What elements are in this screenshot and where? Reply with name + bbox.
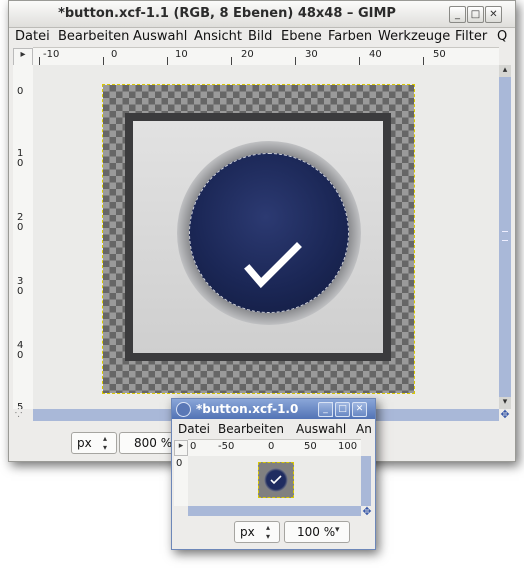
window-menu-icon[interactable] bbox=[176, 402, 191, 417]
menu-bearbeiten[interactable]: Bearbeiten bbox=[218, 422, 284, 436]
second-vertical-scrollbar[interactable] bbox=[361, 456, 371, 506]
main-image-window[interactable]: *button.xcf-1.1 (RGB, 8 Ebenen) 48x48 – … bbox=[8, 0, 516, 462]
button-thumbnail[interactable] bbox=[258, 462, 294, 498]
menubar: Datei Bearbeiten Auswahl Ansicht Bild Eb… bbox=[9, 27, 515, 47]
ruler-label: 100 bbox=[338, 441, 358, 452]
navigate-icon[interactable]: ✥ bbox=[361, 506, 373, 518]
spin-arrows-icon[interactable]: ▴ ▾ bbox=[98, 434, 112, 452]
menu-auswahl[interactable]: Auswahl bbox=[296, 422, 346, 436]
ruler-label: 20 bbox=[241, 49, 254, 60]
button-plate bbox=[133, 121, 383, 353]
checkmark-icon bbox=[270, 475, 282, 485]
second-image-window[interactable]: *button.xcf-1.0 _ □ ✕ Datei Bearbeiten A… bbox=[171, 398, 376, 550]
main-titlebar[interactable]: *button.xcf-1.1 (RGB, 8 Ebenen) 48x48 – … bbox=[9, 1, 515, 28]
zoom-value: 800 % bbox=[134, 436, 173, 450]
ruler-tick bbox=[39, 57, 40, 65]
second-titlebar[interactable]: *button.xcf-1.0 _ □ ✕ bbox=[172, 399, 375, 419]
ruler-label: 2 0 bbox=[17, 212, 24, 233]
menu-datei[interactable]: Datei bbox=[178, 422, 210, 436]
second-horizontal-scrollbar[interactable] bbox=[188, 506, 361, 516]
vertical-ruler[interactable]: 0 1 0 2 0 3 0 4 0 5 bbox=[13, 65, 34, 409]
ruler-label: 50 bbox=[433, 49, 446, 60]
scroll-up-icon[interactable]: ▴ bbox=[499, 65, 511, 77]
menu-bild[interactable]: Bild bbox=[248, 29, 272, 44]
ruler-label: 50 bbox=[304, 441, 317, 452]
horizontal-ruler[interactable]: -10 0 10 20 30 40 50 bbox=[33, 47, 499, 67]
ruler-tick bbox=[359, 57, 360, 65]
ruler-tick bbox=[295, 57, 296, 65]
navigate-icon[interactable]: ✥ bbox=[499, 409, 511, 421]
maximize-button[interactable]: □ bbox=[467, 6, 484, 23]
button-frame bbox=[125, 113, 391, 361]
ruler-label: -50 bbox=[218, 441, 235, 452]
zoom-value: 100 % bbox=[297, 525, 336, 539]
ruler-label: 4 0 bbox=[17, 340, 24, 361]
ruler-label: 0 bbox=[268, 441, 275, 452]
ruler-tick bbox=[167, 57, 168, 65]
ruler-label: 1 0 bbox=[17, 148, 24, 169]
second-vertical-ruler[interactable]: 0 bbox=[174, 456, 189, 506]
ruler-label: 0 bbox=[176, 458, 183, 469]
second-horizontal-ruler[interactable]: 0 -50 0 50 100 bbox=[188, 439, 361, 457]
button-image[interactable] bbox=[102, 84, 415, 394]
ruler-tick bbox=[231, 57, 232, 65]
second-image-canvas[interactable] bbox=[188, 456, 361, 506]
menu-ansicht-truncated[interactable]: An bbox=[356, 422, 372, 436]
vertical-scrollbar[interactable]: ▴ ▾ bbox=[499, 65, 511, 409]
ruler-label: 0 bbox=[17, 86, 24, 97]
ruler-label: -10 bbox=[43, 49, 60, 60]
ruler-label: 0 bbox=[111, 49, 118, 60]
chevron-down-icon[interactable]: ▾ bbox=[335, 525, 340, 535]
second-maximize-button[interactable]: □ bbox=[335, 402, 350, 417]
menu-overflow[interactable]: Q bbox=[497, 29, 507, 44]
second-unit-select[interactable]: px ▴ ▾ bbox=[234, 521, 280, 543]
ruler-tick bbox=[423, 57, 424, 65]
minimize-button[interactable]: _ bbox=[449, 6, 466, 23]
close-button[interactable]: ✕ bbox=[485, 6, 502, 23]
ruler-label: 30 bbox=[305, 49, 318, 60]
menu-datei[interactable]: Datei bbox=[15, 29, 50, 44]
second-minimize-button[interactable]: _ bbox=[318, 402, 333, 417]
unit-value: px bbox=[240, 525, 255, 539]
ruler-label: 40 bbox=[369, 49, 382, 60]
menu-bearbeiten[interactable]: Bearbeiten bbox=[58, 29, 129, 44]
ruler-label: 3 0 bbox=[17, 276, 24, 297]
second-close-button[interactable]: ✕ bbox=[352, 402, 367, 417]
image-canvas[interactable] bbox=[33, 65, 499, 409]
ruler-label: 0 bbox=[190, 441, 197, 452]
menu-auswahl[interactable]: Auswahl bbox=[133, 29, 187, 44]
menu-werkzeuge[interactable]: Werkzeuge bbox=[378, 29, 450, 44]
second-statusbar: px ▴ ▾ 100 % ▾ bbox=[172, 519, 375, 547]
menu-ansicht[interactable]: Ansicht bbox=[194, 29, 242, 44]
second-window-title: *button.xcf-1.0 bbox=[196, 402, 299, 416]
window-title: *button.xcf-1.1 (RGB, 8 Ebenen) 48x48 – … bbox=[58, 6, 396, 21]
second-zoom-select[interactable]: 100 % ▾ bbox=[284, 521, 350, 543]
checkmark-icon bbox=[244, 242, 302, 289]
scroll-grip bbox=[502, 231, 508, 241]
quickmask-arrow-icon[interactable]: ▸ bbox=[174, 440, 188, 456]
quickmask-arrow-icon[interactable]: ▸ bbox=[13, 48, 33, 66]
menu-farben[interactable]: Farben bbox=[328, 29, 372, 44]
second-menubar: Datei Bearbeiten Auswahl An bbox=[172, 420, 375, 438]
ruler-label: 10 bbox=[175, 49, 188, 60]
spin-arrows-icon[interactable]: ▴ ▾ bbox=[261, 523, 275, 541]
pointer-info-icon: ⁛ bbox=[15, 409, 23, 419]
ruler-tick bbox=[103, 57, 104, 65]
menu-filter[interactable]: Filter bbox=[455, 29, 487, 44]
unit-select[interactable]: px ▴ ▾ bbox=[71, 432, 117, 454]
unit-value: px bbox=[77, 436, 92, 450]
menu-ebene[interactable]: Ebene bbox=[281, 29, 322, 44]
